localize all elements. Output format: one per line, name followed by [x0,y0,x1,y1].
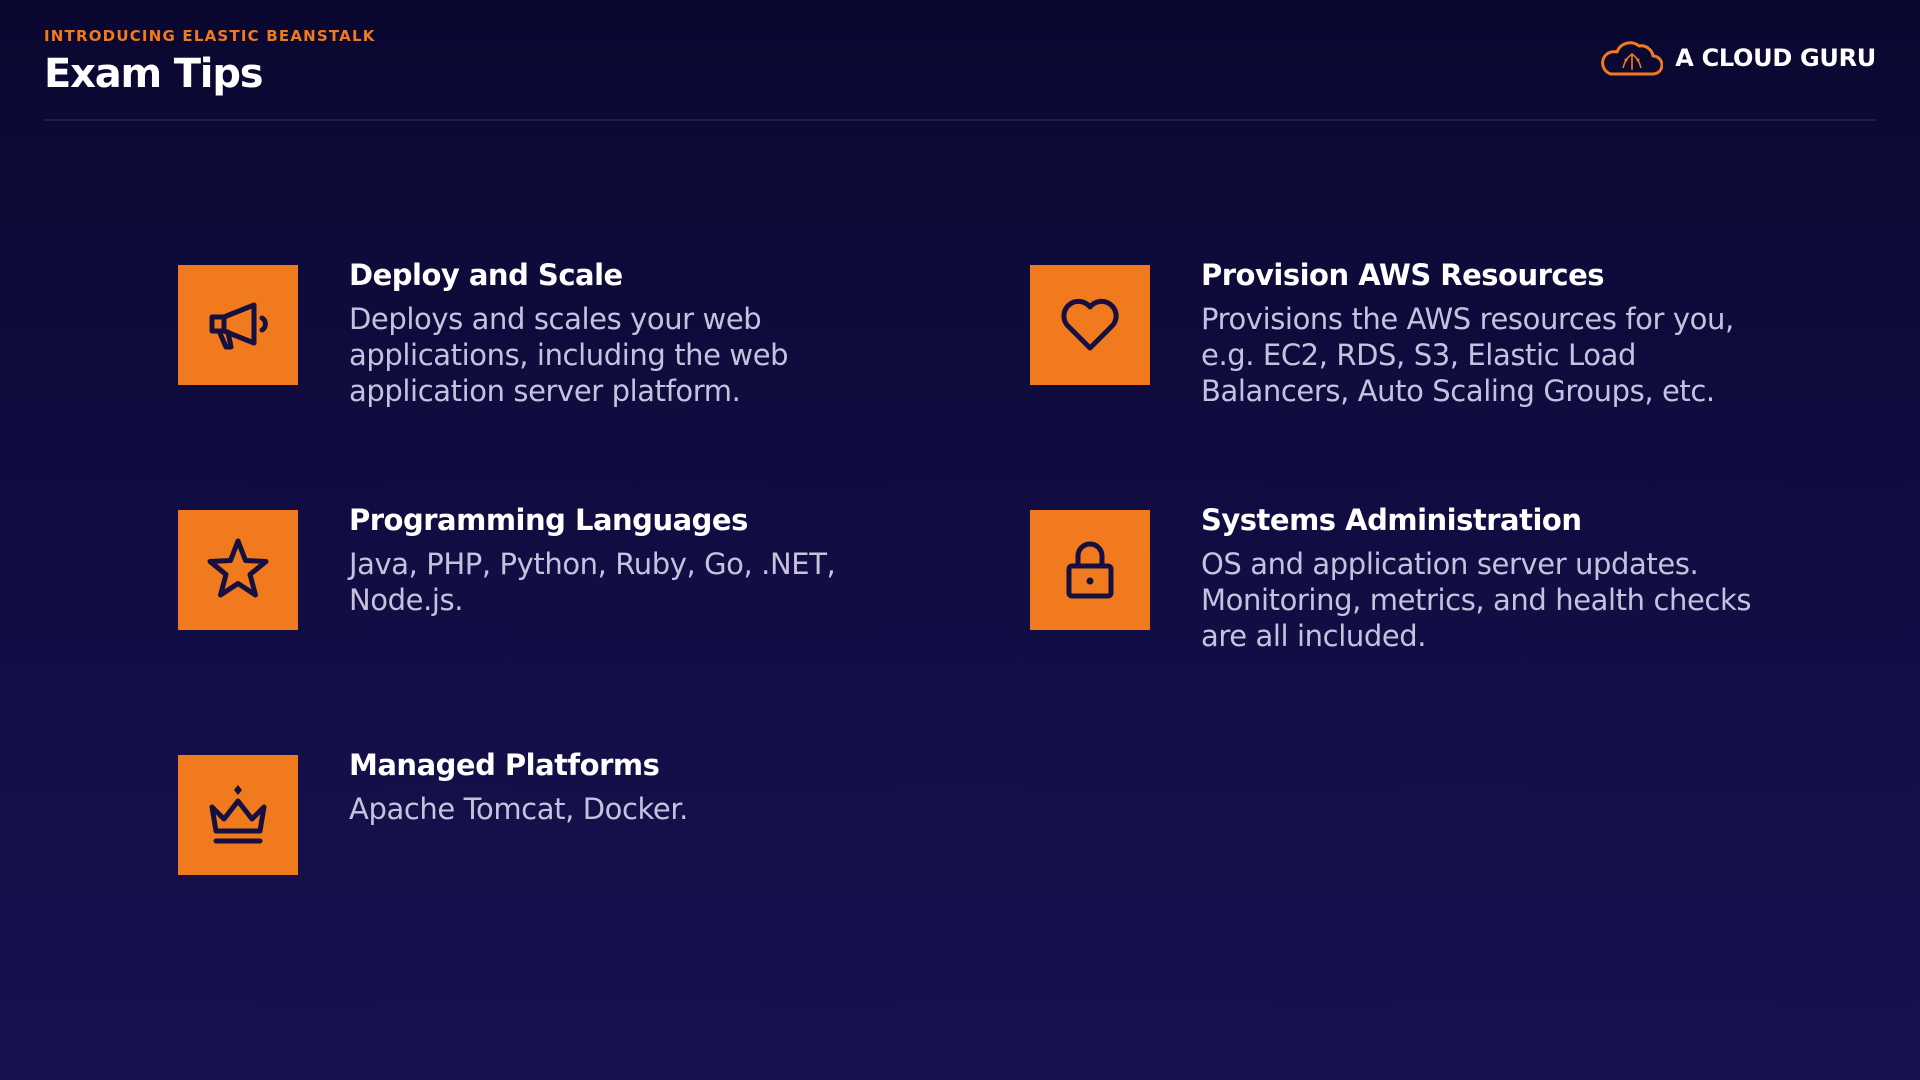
tip-description-line: Java, PHP, Python, Ruby, Go, .NET, [349,547,836,581]
tip-programming-languages: Programming Languages Java, PHP, Python,… [178,503,909,630]
tip-description-line: Balancers, Auto Scaling Groups, etc. [1201,374,1715,408]
brand-name: A CLOUD GURU [1675,44,1876,72]
cloud-icon [1601,38,1664,78]
tip-description: Java, PHP, Python, Ruby, Go, .NET, Node.… [349,546,909,618]
header-divider [44,119,1876,121]
tip-description-line: Provisions the AWS resources for you, [1201,302,1734,336]
lock-icon [1030,510,1150,630]
tip-description-line: Apache Tomcat, Docker. [349,792,689,826]
tip-description-line: e.g. EC2, RDS, S3, Elastic Load [1201,338,1637,372]
tip-title: Programming Languages [349,503,748,537]
star-icon [178,510,298,630]
tip-text: Provision AWS Resources Provisions the A… [1201,255,1781,409]
heart-icon [1030,265,1150,385]
page-title: Exam Tips [44,51,264,97]
tip-text: Managed Platforms Apache Tomcat, Docker. [349,745,909,827]
tip-description-line: application server platform. [349,374,741,408]
slide-header: INTRODUCING ELASTIC BEANSTALK Exam Tips [44,26,376,98]
tip-description: Deploys and scales your web applications… [349,301,909,409]
megaphone-icon [178,265,298,385]
section-eyebrow: INTRODUCING ELASTIC BEANSTALK [44,27,376,45]
tip-title: Systems Administration [1201,503,1582,537]
tip-description-line: are all included. [1201,619,1427,653]
brand-logo-group: A CLOUD GURU [1601,38,1876,78]
tip-title: Provision AWS Resources [1201,258,1605,292]
tip-description-line: applications, including the web [349,338,789,372]
tip-text: Programming Languages Java, PHP, Python,… [349,500,909,618]
tip-description-line: Monitoring, metrics, and health checks [1201,583,1752,617]
tip-description-line: OS and application server updates. [1201,547,1699,581]
tip-title: Deploy and Scale [349,258,623,292]
tip-provision-aws-resources: Provision AWS Resources Provisions the A… [1030,258,1781,409]
tip-description: OS and application server updates. Monit… [1201,546,1781,654]
tip-description-line: Node.js. [349,583,464,617]
tip-deploy-and-scale: Deploy and Scale Deploys and scales your… [178,258,909,409]
tip-text: Deploy and Scale Deploys and scales your… [349,255,909,409]
tip-description: Apache Tomcat, Docker. [349,791,909,827]
tip-systems-administration: Systems Administration OS and applicatio… [1030,503,1781,654]
tip-text: Systems Administration OS and applicatio… [1201,500,1781,654]
tip-description: Provisions the AWS resources for you, e.… [1201,301,1781,409]
crown-icon [178,755,298,875]
tip-managed-platforms: Managed Platforms Apache Tomcat, Docker. [178,748,909,875]
tip-description-line: Deploys and scales your web [349,302,762,336]
tip-title: Managed Platforms [349,748,660,782]
